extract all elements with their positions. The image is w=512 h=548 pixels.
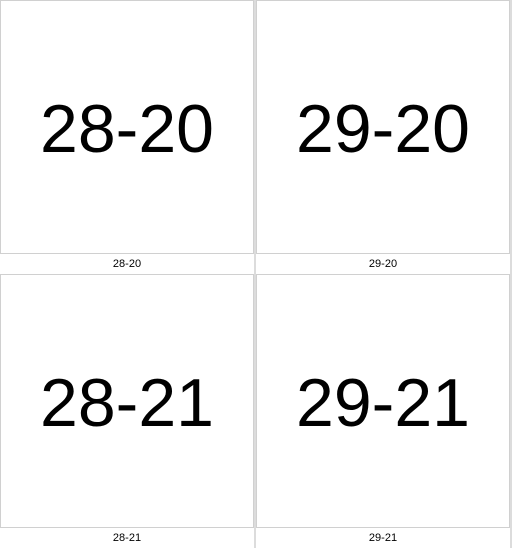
tile-label: 28-21	[40, 365, 214, 441]
tile-grid: 28-20 28-20 29-20 29-20 28-21 28-21 29-2…	[0, 0, 512, 548]
map-tile[interactable]: 29-21	[256, 274, 510, 528]
tile-caption[interactable]: 28-20	[0, 254, 254, 274]
tile-cell-29-20: 29-20 29-20	[256, 0, 510, 274]
map-tile[interactable]: 28-21	[0, 274, 254, 528]
map-tile[interactable]: 28-20	[0, 0, 254, 254]
tile-label: 29-20	[296, 91, 470, 167]
tile-label: 28-20	[40, 91, 214, 167]
tile-caption[interactable]: 28-21	[0, 528, 254, 548]
tile-label: 29-21	[296, 365, 470, 441]
map-tile[interactable]: 29-20	[256, 0, 510, 254]
tile-cell-28-20: 28-20 28-20	[0, 0, 254, 274]
tile-caption[interactable]: 29-21	[256, 528, 510, 548]
tile-cell-29-21: 29-21 29-21	[256, 274, 510, 548]
tile-caption[interactable]: 29-20	[256, 254, 510, 274]
tile-cell-28-21: 28-21 28-21	[0, 274, 254, 548]
